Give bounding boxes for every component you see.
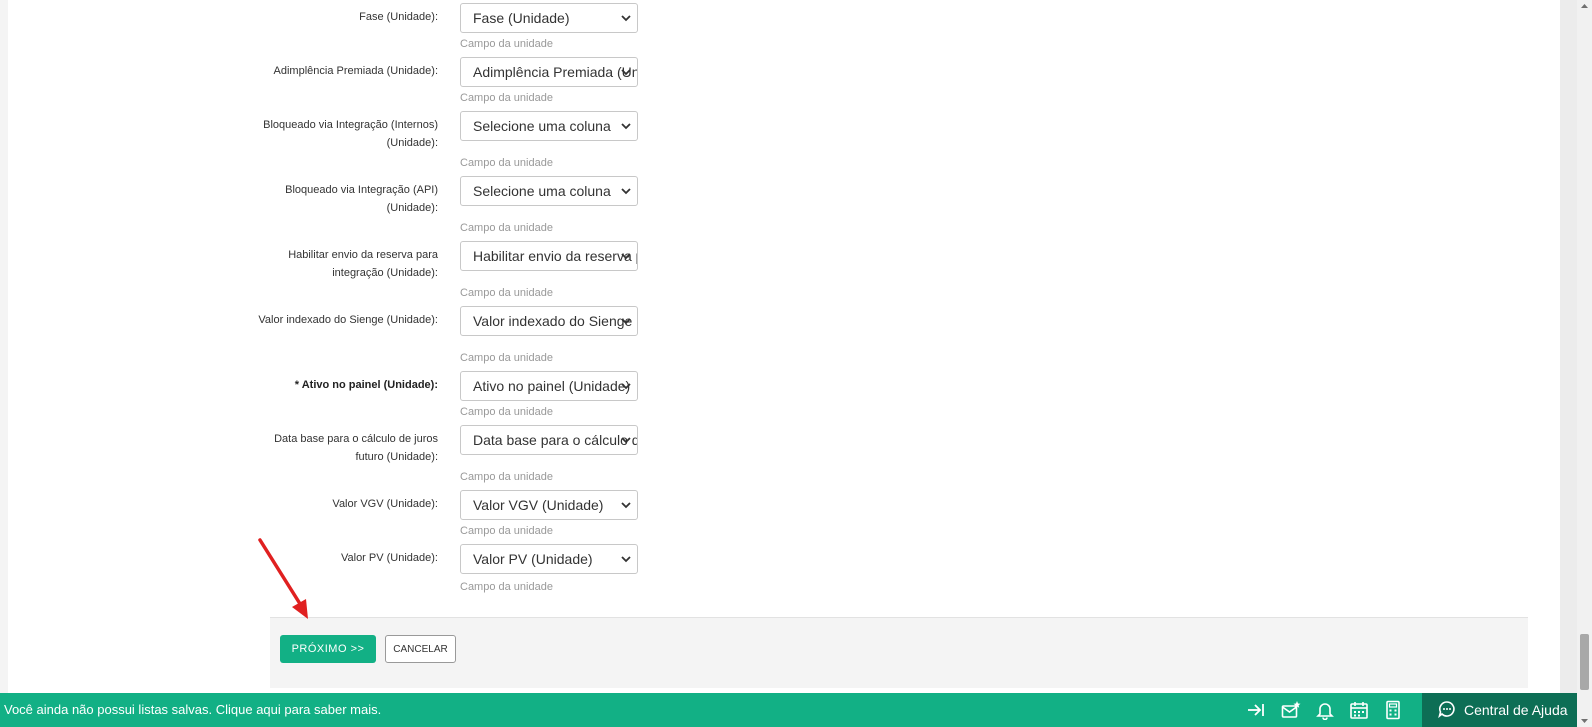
field-hint: Campo da unidade	[460, 406, 553, 418]
field-hint: Campo da unidade	[460, 157, 553, 169]
bottom-bar: Você ainda não possui listas salvas. Cli…	[0, 693, 1577, 727]
field-label: Bloqueado via Integração (API) (Unidade)…	[285, 184, 438, 214]
field-hint: Campo da unidade	[460, 287, 553, 299]
select-value: Valor indexado do Sienge (Unidade)	[473, 313, 637, 329]
field-label: Valor VGV (Unidade):	[332, 498, 438, 510]
select-value: Valor PV (Unidade)	[473, 551, 593, 567]
select-value: Selecione uma coluna	[473, 183, 611, 199]
select-value: Habilitar envio da reserva para integraç…	[473, 248, 637, 264]
chevron-down-icon	[621, 383, 631, 390]
field-label-required: * Ativo no painel (Unidade):	[294, 379, 438, 391]
chevron-down-icon	[621, 69, 631, 76]
fase-select[interactable]: Fase (Unidade)	[460, 3, 638, 33]
chevron-down-icon	[621, 123, 631, 130]
select-value: Fase (Unidade)	[473, 10, 570, 26]
bell-icon[interactable]	[1315, 700, 1335, 720]
bloqueado-api-select[interactable]: Selecione uma coluna	[460, 176, 638, 206]
field-label: Data base para o cálculo de juros futuro…	[274, 433, 438, 463]
select-value: Ativo no painel (Unidade)	[473, 378, 631, 394]
field-hint: Campo da unidade	[460, 38, 553, 50]
data-base-juros-select[interactable]: Data base para o cálculo de juros futuro…	[460, 425, 638, 455]
field-hint: Campo da unidade	[460, 92, 553, 104]
field-hint: Campo da unidade	[460, 581, 553, 593]
scroll-up-icon[interactable]	[1580, 2, 1589, 11]
chevron-down-icon	[621, 15, 631, 22]
select-value: Adimplência Premiada (Unidade)	[473, 64, 637, 80]
field-label: Valor indexado do Sienge (Unidade):	[258, 314, 438, 326]
annotation-arrow-icon	[258, 538, 308, 619]
chevron-down-icon	[621, 556, 631, 563]
calendar-icon[interactable]	[1349, 700, 1369, 720]
chevron-down-icon	[621, 437, 631, 444]
adimplencia-premiada-select[interactable]: Adimplência Premiada (Unidade)	[460, 57, 638, 87]
help-center-label: Central de Ajuda	[1464, 702, 1568, 718]
vertical-scrollbar[interactable]	[1577, 0, 1592, 727]
form-actions: PRÓXIMO >> CANCELAR	[270, 617, 1528, 688]
field-hint: Campo da unidade	[460, 471, 553, 483]
scroll-down-icon[interactable]	[1580, 716, 1589, 725]
chevron-down-icon	[621, 188, 631, 195]
field-hint: Campo da unidade	[460, 352, 553, 364]
valor-pv-select[interactable]: Valor PV (Unidade)	[460, 544, 638, 574]
calculator-icon[interactable]	[1383, 700, 1403, 720]
collapse-arrow-icon[interactable]	[1246, 700, 1266, 720]
field-hint: Campo da unidade	[460, 525, 553, 537]
chevron-down-icon	[621, 253, 631, 260]
chat-help-icon	[1438, 701, 1455, 718]
page: Fase (Unidade): Fase (Unidade) Campo da …	[0, 0, 1592, 727]
select-value: Selecione uma coluna	[473, 118, 611, 134]
field-label: Habilitar envio da reserva para integraç…	[288, 249, 438, 279]
field-label: Bloqueado via Integração (Internos) (Uni…	[263, 119, 438, 149]
help-center-button[interactable]: Central de Ajuda	[1422, 693, 1577, 727]
habilitar-envio-select[interactable]: Habilitar envio da reserva para integraç…	[460, 241, 638, 271]
field-label: Fase (Unidade):	[359, 11, 438, 23]
scrollbar-thumb[interactable]	[1580, 634, 1589, 690]
chevron-down-icon	[621, 318, 631, 325]
valor-indexado-select[interactable]: Valor indexado do Sienge (Unidade)	[460, 306, 638, 336]
right-margin	[1560, 0, 1577, 727]
next-button[interactable]: PRÓXIMO >>	[280, 635, 376, 663]
saved-lists-message[interactable]: Você ainda não possui listas salvas. Cli…	[4, 702, 381, 717]
bloqueado-internos-select[interactable]: Selecione uma coluna	[460, 111, 638, 141]
mail-star-icon[interactable]	[1281, 700, 1301, 720]
chevron-down-icon	[621, 502, 631, 509]
select-value: Data base para o cálculo de juros futuro…	[473, 432, 637, 448]
field-label: Adimplência Premiada (Unidade):	[273, 65, 438, 77]
cancel-button[interactable]: CANCELAR	[385, 635, 456, 663]
ativo-painel-select[interactable]: Ativo no painel (Unidade)	[460, 371, 638, 401]
field-hint: Campo da unidade	[460, 222, 553, 234]
select-value: Valor VGV (Unidade)	[473, 497, 604, 513]
valor-vgv-select[interactable]: Valor VGV (Unidade)	[460, 490, 638, 520]
